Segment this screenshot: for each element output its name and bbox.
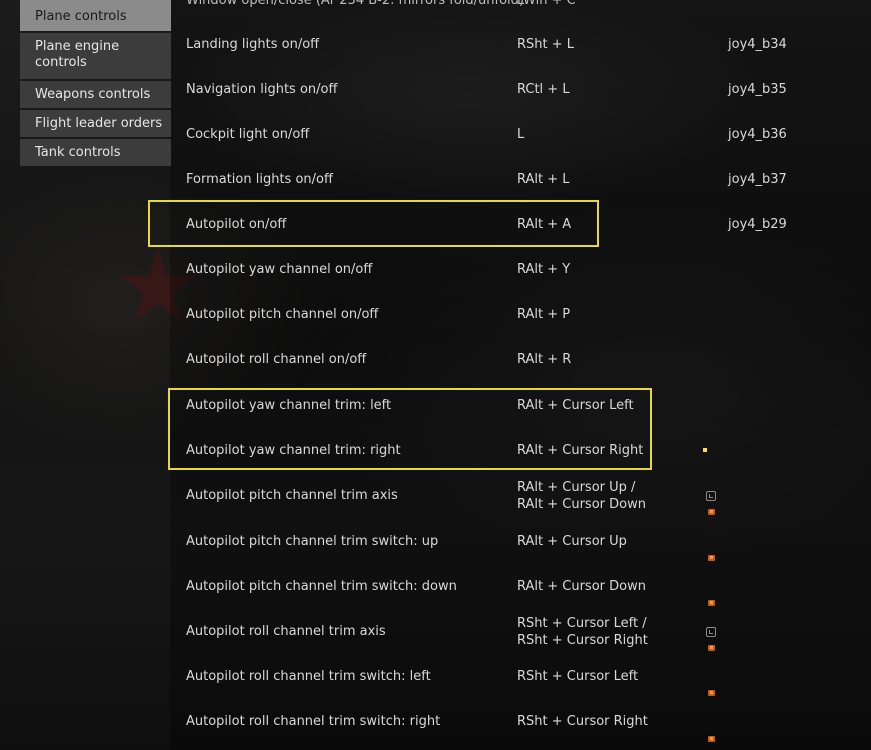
binding-row-formation-lights[interactable]: Formation lights on/off RAlt + L joy4_b3… — [170, 157, 871, 202]
action-label: Cockpit light on/off — [186, 127, 310, 142]
key-binding[interactable]: RCtl + L — [517, 67, 697, 112]
key-binding[interactable]: RSht + Cursor Left — [517, 654, 697, 699]
joystick-binding[interactable]: joy4_b37 — [728, 157, 787, 202]
action-label: Autopilot pitch channel trim switch: up — [186, 534, 439, 549]
sidebar-item-flight-leader-orders[interactable]: Flight leader orders — [20, 110, 171, 137]
key-binding[interactable]: RSht + Cursor Left / RSht + Cursor Right — [517, 609, 697, 654]
joystick-binding[interactable]: joy4_b36 — [728, 112, 787, 157]
category-sidebar: Plane controls Plane engine controls Wea… — [20, 0, 171, 168]
binding-row-roll-trim-left[interactable]: Autopilot roll channel trim switch: left… — [170, 654, 871, 699]
key-binding-line: RAlt + Cursor Down — [517, 496, 646, 512]
key-binding[interactable]: RAlt + Cursor Down — [517, 564, 697, 609]
sidebar-item-weapons-controls[interactable]: Weapons controls — [20, 81, 171, 108]
key-binding[interactable]: RAlt + Cursor Up — [517, 519, 697, 564]
modifier-key-icon — [708, 600, 715, 606]
key-binding-line: RAlt + Cursor Up / — [517, 479, 636, 495]
joystick-binding[interactable]: joy4_b34 — [728, 22, 787, 67]
action-label: Landing lights on/off — [186, 37, 320, 52]
yellow-marker-icon — [703, 448, 707, 452]
binding-row-pitch-trim-up[interactable]: Autopilot pitch channel trim switch: up … — [170, 519, 871, 564]
action-label: Formation lights on/off — [186, 172, 333, 187]
sidebar-item-label: Tank controls — [35, 145, 121, 160]
key-binding[interactable]: RAlt + Y — [517, 247, 697, 292]
binding-row-cockpit-light[interactable]: Cockpit light on/off L joy4_b36 — [170, 112, 871, 157]
binding-row-pitch-trim-axis[interactable]: Autopilot pitch channel trim axis RAlt +… — [170, 473, 871, 518]
action-label: Window open/close (Ar 234 B-2: mirrors f… — [186, 0, 524, 8]
key-binding[interactable]: RSht + Cursor Right — [517, 699, 697, 744]
modifier-key-icon — [708, 690, 715, 696]
sidebar-item-plane-controls[interactable]: Plane controls — [20, 0, 171, 31]
binding-row-roll-trim-axis[interactable]: Autopilot roll channel trim axis RSht + … — [170, 609, 871, 654]
key-binding-line: RSht + Cursor Right — [517, 632, 648, 648]
axis-icon — [706, 627, 716, 637]
key-binding[interactable]: RSht + L — [517, 22, 697, 67]
action-label: Autopilot roll channel trim switch: left — [186, 669, 431, 684]
sidebar-item-plane-engine-controls[interactable]: Plane engine controls — [20, 33, 171, 79]
binding-row-window[interactable]: Window open/close (Ar 234 B-2: mirrors f… — [170, 0, 871, 23]
sidebar-item-label: Plane engine controls — [35, 39, 120, 70]
highlight-box-autopilot — [148, 200, 599, 247]
sidebar-item-label: Weapons controls — [35, 87, 151, 102]
action-label: Autopilot roll channel trim axis — [186, 624, 386, 639]
binding-row-autopilot-pitch-channel[interactable]: Autopilot pitch channel on/off RAlt + P — [170, 292, 871, 337]
binding-row-autopilot-yaw-channel[interactable]: Autopilot yaw channel on/off RAlt + Y — [170, 247, 871, 292]
modifier-key-icon — [708, 645, 715, 651]
action-label: Autopilot roll channel on/off — [186, 352, 367, 367]
joystick-binding[interactable]: joy4_b35 — [728, 67, 787, 112]
axis-icon — [706, 491, 716, 501]
key-binding-line: RSht + Cursor Left / — [517, 615, 647, 631]
binding-row-pitch-trim-down[interactable]: Autopilot pitch channel trim switch: dow… — [170, 564, 871, 609]
joystick-binding[interactable]: joy4_b29 — [728, 202, 787, 247]
binding-row-landing-lights[interactable]: Landing lights on/off RSht + L joy4_b34 — [170, 22, 871, 67]
action-label: Autopilot roll channel trim switch: righ… — [186, 714, 441, 729]
binding-row-navigation-lights[interactable]: Navigation lights on/off RCtl + L joy4_b… — [170, 67, 871, 112]
key-binding[interactable]: RAlt + R — [517, 337, 697, 382]
action-label: Autopilot pitch channel trim axis — [186, 488, 398, 503]
modifier-key-icon — [708, 509, 715, 515]
action-label: Autopilot pitch channel on/off — [186, 307, 379, 322]
key-binding[interactable]: L — [517, 112, 697, 157]
key-binding[interactable]: LWin + C — [517, 0, 697, 23]
key-binding[interactable]: RAlt + L — [517, 157, 697, 202]
modifier-key-icon — [708, 736, 715, 742]
action-label: Autopilot yaw channel on/off — [186, 262, 373, 277]
modifier-key-icon — [708, 555, 715, 561]
sidebar-item-tank-controls[interactable]: Tank controls — [20, 139, 171, 166]
binding-row-autopilot-roll-channel[interactable]: Autopilot roll channel on/off RAlt + R — [170, 337, 871, 382]
action-label: Autopilot pitch channel trim switch: dow… — [186, 579, 457, 594]
binding-row-roll-trim-right[interactable]: Autopilot roll channel trim switch: righ… — [170, 699, 871, 744]
action-label: Navigation lights on/off — [186, 82, 338, 97]
sidebar-item-label: Plane controls — [35, 9, 127, 24]
key-binding[interactable]: RAlt + P — [517, 292, 697, 337]
highlight-box-yaw-trim — [168, 388, 652, 470]
key-binding[interactable]: RAlt + Cursor Up / RAlt + Cursor Down — [517, 473, 697, 518]
sidebar-item-label: Flight leader orders — [35, 116, 163, 131]
